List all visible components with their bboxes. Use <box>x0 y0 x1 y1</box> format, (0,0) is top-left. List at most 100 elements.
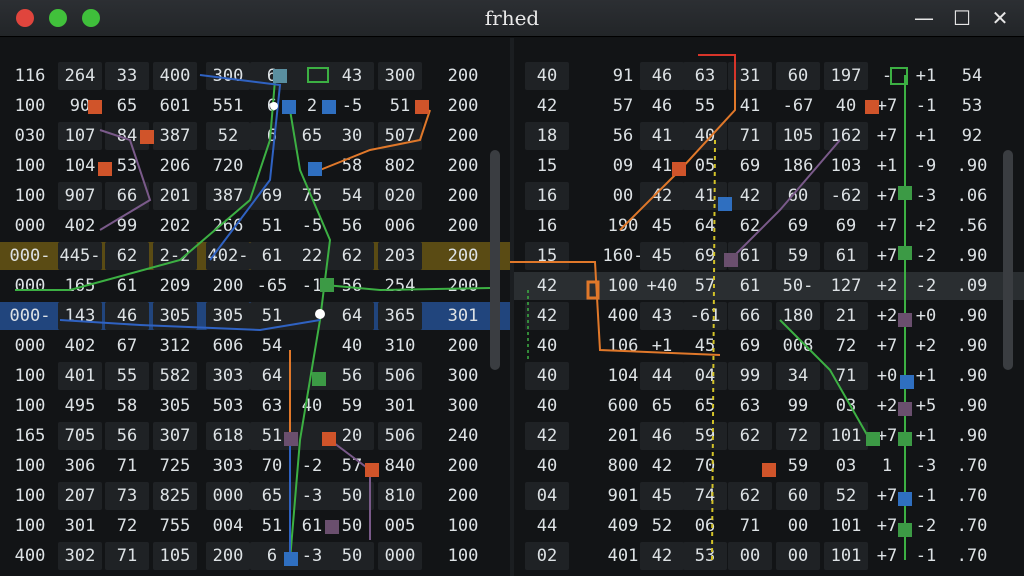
right-hex-cell[interactable]: 56 <box>601 122 645 150</box>
right-hex-cell[interactable]: 44 <box>640 362 684 390</box>
left-hex-cell[interactable]: 107 <box>58 122 102 150</box>
left-hex-row[interactable]: 100 90 65 601 551 6 2 -5 51 200 <box>0 92 510 120</box>
left-hex-cell[interactable]: 22 <box>290 242 334 270</box>
right-hex-cell[interactable]: 03 <box>824 452 868 480</box>
left-hex-cell[interactable]: 301 <box>378 392 422 420</box>
right-hex-cell[interactable]: 61 <box>824 242 868 270</box>
left-hex-cell[interactable] <box>290 62 334 90</box>
left-hex-cell[interactable]: 56 <box>330 362 374 390</box>
left-hex-row[interactable]: 100 301 72 755 004 51 61 50 005 100 <box>0 512 510 540</box>
right-hex-cell[interactable]: 201 <box>601 422 645 450</box>
right-hex-cell[interactable]: 91 <box>601 62 645 90</box>
left-hex-cell[interactable]: 445- <box>58 242 102 270</box>
right-hex-cell[interactable]: .90 <box>950 392 994 420</box>
left-hex-cell[interactable]: 143 <box>58 302 102 330</box>
right-hex-cell[interactable]: 40 <box>525 62 569 90</box>
left-hex-cell[interactable]: -2 <box>290 452 334 480</box>
right-hex-cell[interactable]: 15 <box>525 242 569 270</box>
left-hex-cell[interactable]: 69 <box>250 182 294 210</box>
right-hex-cell[interactable]: +2 <box>904 212 948 240</box>
right-hex-cell[interactable]: 50- <box>776 272 820 300</box>
right-hex-row[interactable]: 40 800 42 70 59 03 1 -3.70 <box>514 452 1024 480</box>
left-hex-cell[interactable]: 75 <box>290 182 334 210</box>
right-hex-cell[interactable]: +0 <box>904 302 948 330</box>
left-hex-cell[interactable]: 51 <box>378 92 422 120</box>
right-hex-cell[interactable]: 18 <box>525 122 569 150</box>
right-hex-cell[interactable]: 06 <box>683 512 727 540</box>
right-hex-cell[interactable]: 04 <box>683 362 727 390</box>
left-hex-cell[interactable]: 100 <box>8 92 52 120</box>
right-hex-cell[interactable]: -1 <box>904 542 948 570</box>
left-hex-cell[interactable]: 165 <box>8 422 52 450</box>
left-hex-cell[interactable]: 200 <box>441 122 485 150</box>
left-hex-cell[interactable]: 51 <box>250 302 294 330</box>
right-hex-cell[interactable]: 00 <box>728 542 772 570</box>
right-hex-cell[interactable]: 69 <box>728 332 772 360</box>
left-hex-row[interactable]: 400 302 71 105 200 6 -3 50 000 100 <box>0 542 510 570</box>
left-hex-row[interactable]: 000 165 61 209 200 -65 -1 56 254 200 <box>0 272 510 300</box>
left-hex-cell[interactable]: 000 <box>8 332 52 360</box>
right-hex-cell[interactable]: 62 <box>728 482 772 510</box>
left-hex-cell[interactable]: 207 <box>58 482 102 510</box>
right-hex-cell[interactable]: +2 <box>865 302 909 330</box>
left-hex-cell[interactable]: 104 <box>58 152 102 180</box>
left-hex-cell[interactable]: 400 <box>153 62 197 90</box>
right-hex-cell[interactable]: +7 <box>865 482 909 510</box>
right-hex-cell[interactable]: 45 <box>640 482 684 510</box>
right-hex-cell[interactable]: 00 <box>776 512 820 540</box>
right-hex-cell[interactable]: 106 <box>601 332 645 360</box>
right-hex-row[interactable]: 42 400 43 -61 66 180 21 +2 +0.90 <box>514 302 1024 330</box>
right-hex-cell[interactable]: 409 <box>601 512 645 540</box>
right-hex-cell[interactable]: 160- <box>601 242 645 270</box>
left-hex-cell[interactable]: 618 <box>206 422 250 450</box>
right-hex-cell[interactable]: -2 <box>904 512 948 540</box>
left-hex-cell[interactable]: 100 <box>8 482 52 510</box>
right-hex-row[interactable]: 42 57 46 55 41 -67 40 +7 -1 53 <box>514 92 1024 120</box>
left-hex-cell[interactable]: 400 <box>8 542 52 570</box>
right-hex-cell[interactable]: 63 <box>683 62 727 90</box>
right-hex-pane[interactable]: 40 91 46 63 31 60 197- +1 54 42 57 46 55 41 -67 40 +7 -1 5… <box>514 38 1024 576</box>
left-hex-cell[interactable]: 58 <box>105 392 149 420</box>
left-hex-cell[interactable]: 305 <box>206 302 250 330</box>
right-hex-cell[interactable]: 41 <box>728 92 772 120</box>
left-hex-cell[interactable]: 000 <box>378 542 422 570</box>
right-hex-cell[interactable]: -62 <box>824 182 868 210</box>
left-hex-cell[interactable]: 200 <box>441 212 485 240</box>
right-hex-row[interactable]: 42 100 +40 57 61 50- 127 +2 -2.09 <box>514 272 1024 300</box>
right-hex-cell[interactable]: 46 <box>640 422 684 450</box>
left-hex-pane[interactable]: 116 264 33 400 300 6 43 300 200 100 90 65 601 551 6 2 -5… <box>0 38 510 576</box>
right-hex-cell[interactable]: 15 <box>525 152 569 180</box>
left-hex-cell[interactable]: 46 <box>105 302 149 330</box>
left-hex-cell[interactable]: 825 <box>153 482 197 510</box>
left-hex-cell[interactable]: 755 <box>153 512 197 540</box>
left-hex-cell[interactable]: 495 <box>58 392 102 420</box>
left-hex-cell[interactable]: 606 <box>206 332 250 360</box>
left-hex-cell[interactable]: 43 <box>330 62 374 90</box>
right-hex-cell[interactable]: +2 <box>904 332 948 360</box>
right-hex-cell[interactable]: +1 <box>904 422 948 450</box>
right-hex-cell[interactable]: 60 <box>776 62 820 90</box>
right-hex-cell[interactable]: 40 <box>683 122 727 150</box>
left-hex-cell[interactable]: 100 <box>441 542 485 570</box>
left-hex-cell[interactable]: 100 <box>441 512 485 540</box>
left-hex-cell[interactable]: 506 <box>378 362 422 390</box>
right-hex-cell[interactable]: 09 <box>601 152 645 180</box>
left-hex-cell[interactable]: 200 <box>206 272 250 300</box>
left-hex-cell[interactable]: 99 <box>105 212 149 240</box>
right-hex-cell[interactable]: 60 <box>776 182 820 210</box>
left-hex-cell[interactable]: 58 <box>330 152 374 180</box>
left-hex-cell[interactable] <box>290 302 334 330</box>
right-hex-cell[interactable]: 45 <box>640 242 684 270</box>
left-hex-row[interactable]: 030 107 84 387 52 6 65 30 507 200 <box>0 122 510 150</box>
left-hex-cell[interactable]: 100 <box>8 362 52 390</box>
right-hex-cell[interactable]: +7 <box>865 182 909 210</box>
right-hex-cell[interactable]: 400 <box>601 302 645 330</box>
left-hex-cell[interactable]: 266 <box>206 212 250 240</box>
left-hex-cell[interactable]: 71 <box>105 452 149 480</box>
left-hex-cell[interactable]: 305 <box>153 392 197 420</box>
left-hex-cell[interactable]: 802 <box>378 152 422 180</box>
right-hex-cell[interactable]: +40 <box>640 272 684 300</box>
right-hex-cell[interactable]: .09 <box>950 272 994 300</box>
right-hex-cell[interactable]: -2 <box>904 242 948 270</box>
right-hex-cell[interactable]: 40 <box>525 332 569 360</box>
